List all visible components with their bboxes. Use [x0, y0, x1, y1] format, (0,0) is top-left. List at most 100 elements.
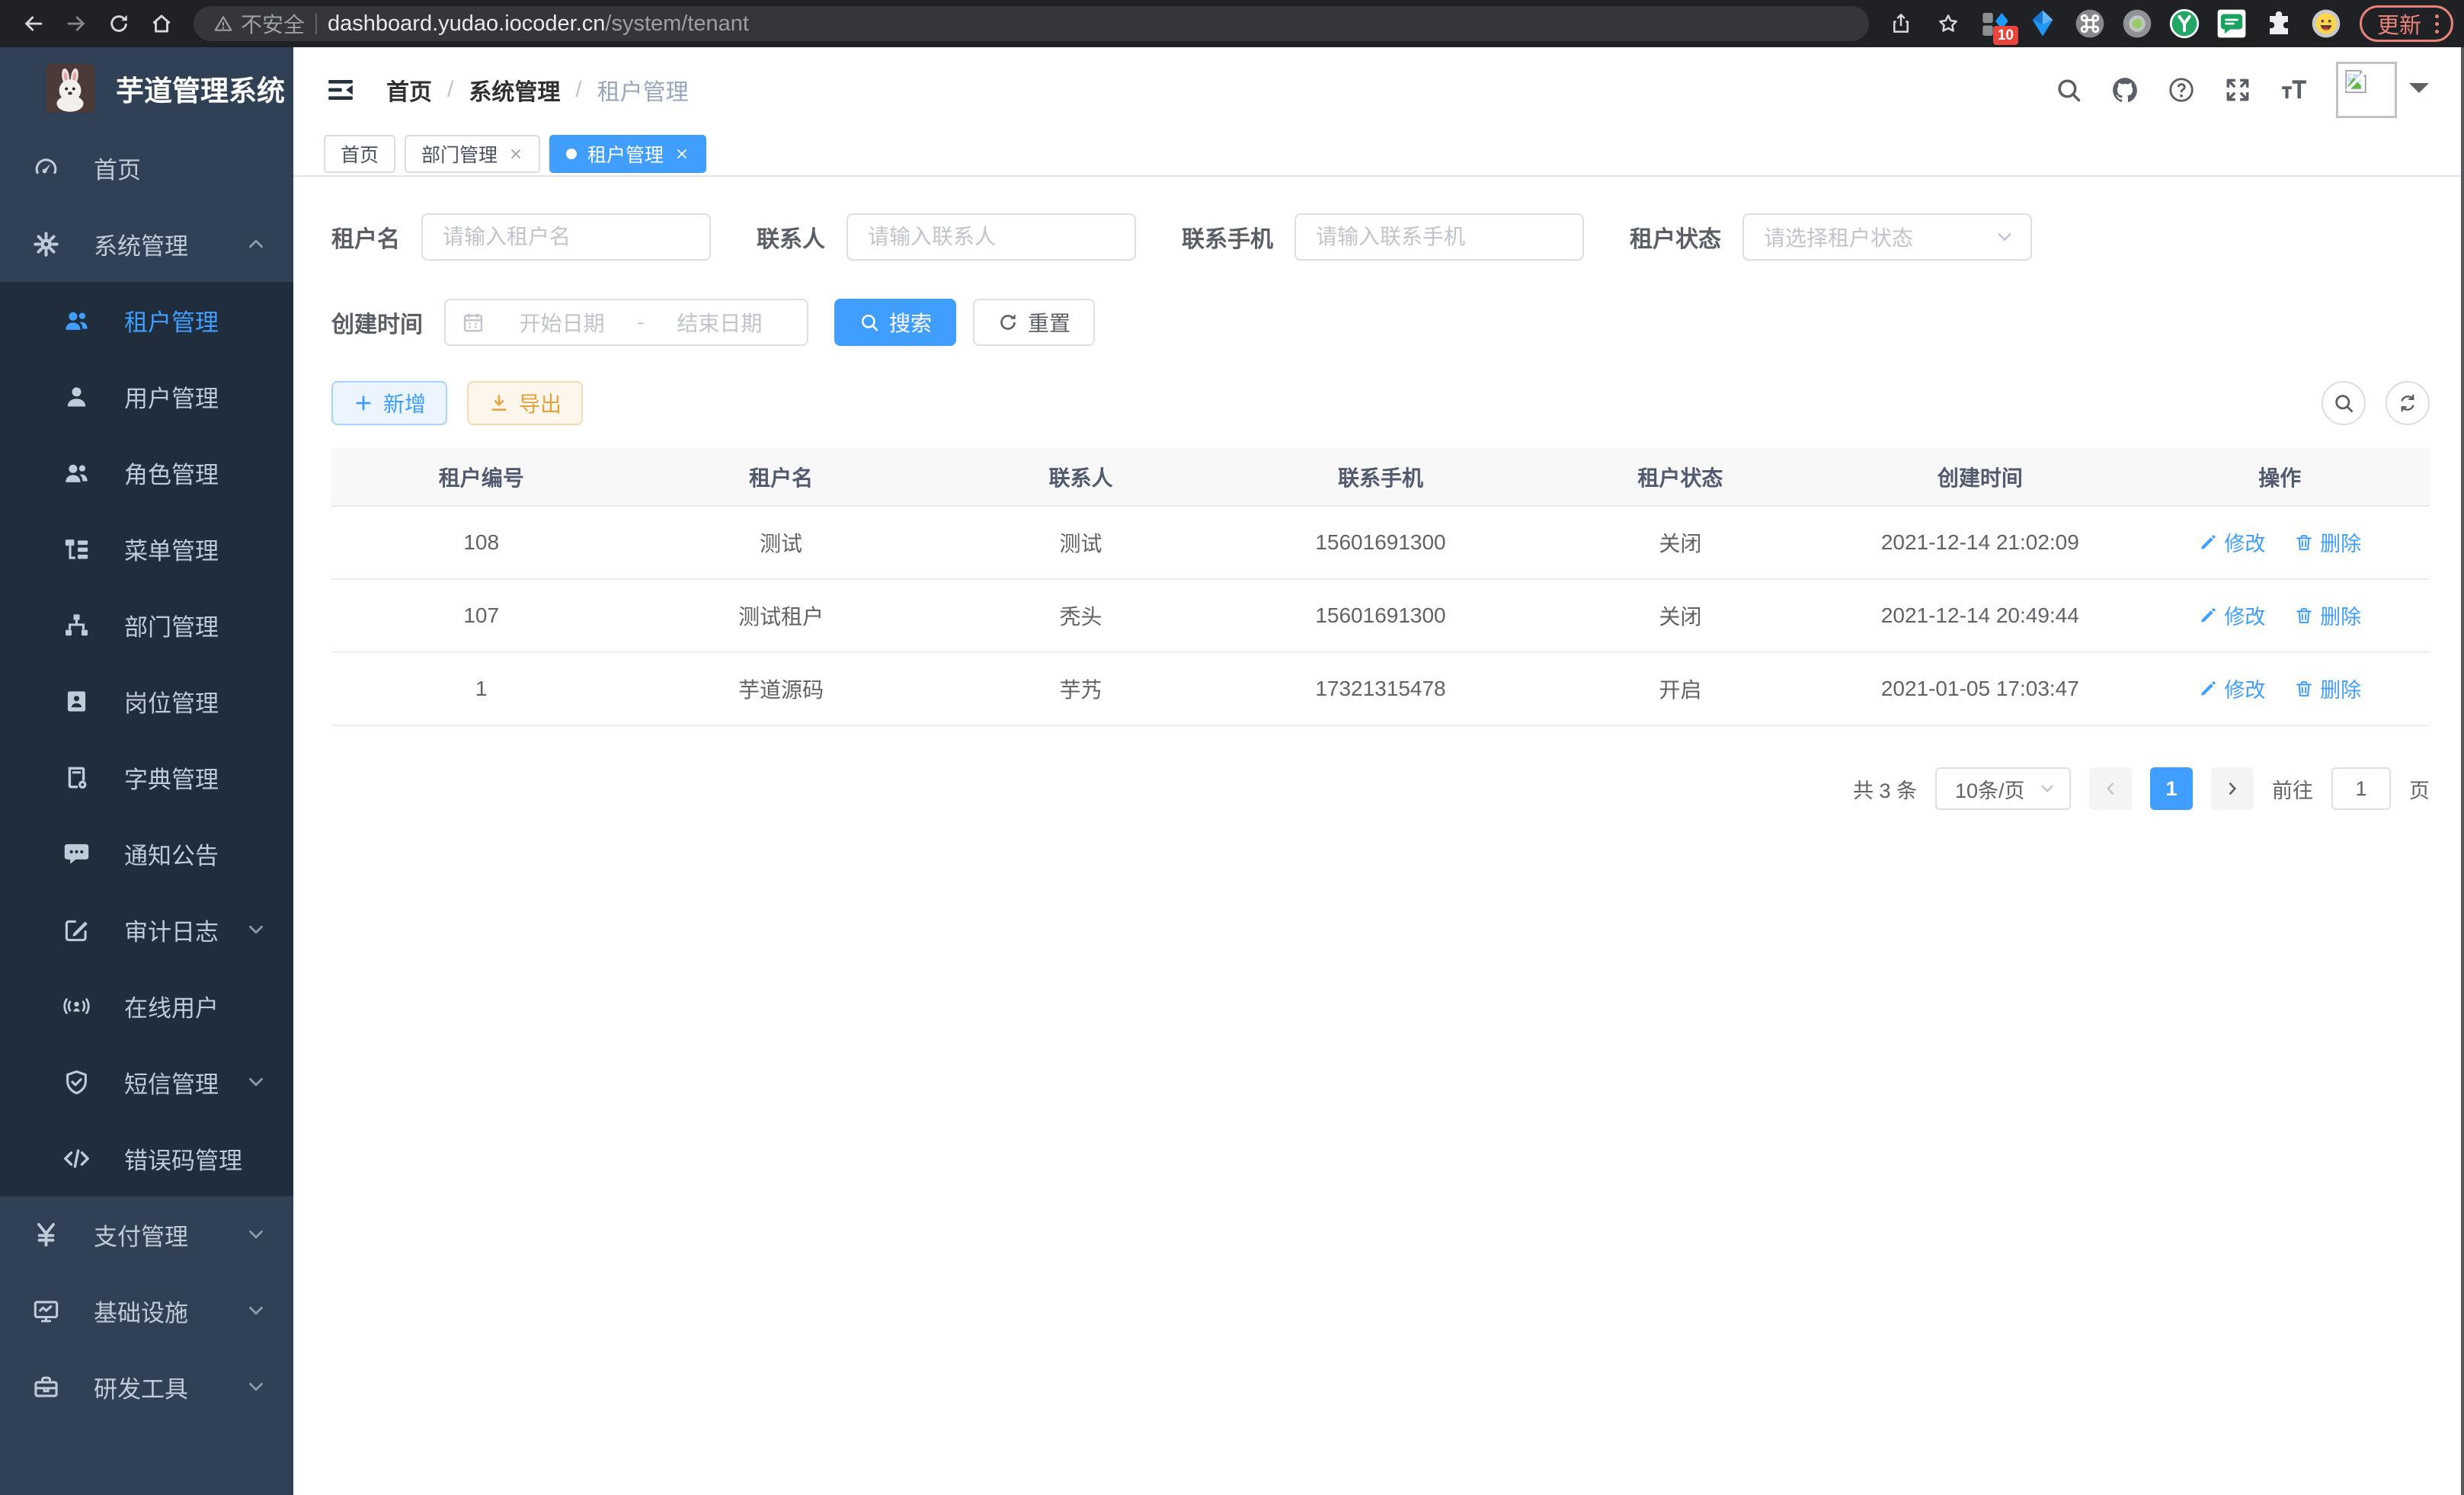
pencil-icon: [2198, 606, 2218, 626]
extension-kite[interactable]: [2023, 4, 2062, 43]
extension-y[interactable]: [2165, 4, 2204, 43]
next-page-button[interactable]: [2211, 767, 2254, 810]
view-tabs: 首页 部门管理 租户管理: [293, 133, 2464, 177]
header-actions: [2054, 62, 2429, 118]
sidebar-item-dictionary-management[interactable]: 字典管理: [0, 739, 293, 815]
calendar-icon: [461, 310, 485, 335]
browser-update-button[interactable]: 更新: [2360, 5, 2453, 42]
goto-page-input[interactable]: [2331, 767, 2391, 810]
delete-link[interactable]: 删除: [2294, 600, 2361, 630]
export-button[interactable]: 导出: [467, 381, 583, 425]
avatar[interactable]: [2336, 62, 2397, 118]
extension-adblock[interactable]: 10: [1976, 4, 2015, 43]
table-row: 1 芋道源码 芋艿 17321315478 开启 2021-01-05 17:0…: [331, 652, 2430, 725]
sidebar-item-menu-management[interactable]: 菜单管理: [0, 511, 293, 587]
cell-tenant-id: 108: [331, 506, 631, 579]
column-header-status: 租户状态: [1531, 448, 1830, 506]
forward-arrow-icon: [65, 12, 88, 35]
bookmark-button[interactable]: [1928, 4, 1968, 43]
browser-forward-button[interactable]: [56, 4, 96, 43]
edit-link[interactable]: 修改: [2198, 527, 2265, 557]
close-icon[interactable]: [508, 146, 523, 162]
sidebar-item-home[interactable]: 首页: [0, 130, 293, 206]
sidebar-toggle-hamburger-icon[interactable]: [324, 75, 357, 105]
tenant-name-input[interactable]: [421, 213, 711, 261]
sidebar-item-label: 用户管理: [124, 379, 219, 414]
browser-menu-kebab-icon[interactable]: [2430, 14, 2443, 34]
contact-input[interactable]: [846, 213, 1136, 261]
column-header-created: 创建时间: [1830, 448, 2130, 506]
sidebar-item-label: 支付管理: [94, 1218, 188, 1252]
sidebar-item-infrastructure[interactable]: 基础设施: [0, 1273, 293, 1349]
home-icon: [150, 12, 173, 35]
cell-contact: 芋艿: [931, 652, 1230, 725]
extension-chat[interactable]: [2212, 4, 2251, 43]
close-icon[interactable]: [674, 146, 690, 162]
sidebar-item-announcement[interactable]: 通知公告: [0, 815, 293, 892]
help-icon[interactable]: [2167, 75, 2196, 104]
cell-tenant-id: 1: [331, 652, 631, 725]
phone-input[interactable]: [1294, 213, 1584, 261]
kite-ext-icon: [2027, 8, 2058, 39]
github-icon[interactable]: [2110, 75, 2139, 104]
extension-puzzle[interactable]: [2259, 4, 2299, 43]
sidebar-item-error-code-management[interactable]: 错误码管理: [0, 1120, 293, 1196]
breadcrumb-system-management[interactable]: 系统管理: [469, 73, 560, 107]
tab-department-management[interactable]: 部门管理: [405, 135, 540, 173]
breadcrumb-home[interactable]: 首页: [386, 73, 432, 107]
add-button[interactable]: 新增: [331, 381, 447, 425]
site-security-indicator[interactable]: 不安全: [213, 8, 305, 39]
delete-link[interactable]: 删除: [2294, 527, 2361, 557]
sidebar-item-system-management[interactable]: 系统管理: [0, 206, 293, 282]
search-button[interactable]: 搜索: [834, 299, 956, 346]
sidebar-item-post-management[interactable]: 岗位管理: [0, 663, 293, 739]
sidebar-item-role-management[interactable]: 角色管理: [0, 434, 293, 511]
sidebar-item-user-management[interactable]: 用户管理: [0, 358, 293, 434]
delete-link[interactable]: 删除: [2294, 674, 2361, 703]
plus-icon: [353, 392, 374, 414]
chevron-down-icon: [1994, 226, 2015, 248]
search-icon[interactable]: [2054, 75, 2083, 104]
address-bar[interactable]: 不安全 dashboard.yudao.iocoder.cn/system/te…: [194, 6, 1869, 41]
reset-button[interactable]: 重置: [973, 299, 1095, 346]
edit-link[interactable]: 修改: [2198, 674, 2265, 703]
sidebar-item-payment-management[interactable]: 支付管理: [0, 1196, 293, 1273]
sidebar-item-sms-management[interactable]: 短信管理: [0, 1044, 293, 1120]
extension-emoji[interactable]: [2306, 4, 2346, 43]
dashboard-icon: [32, 154, 60, 182]
sidebar-item-department-management[interactable]: 部门管理: [0, 587, 293, 663]
font-size-icon[interactable]: [2280, 75, 2309, 104]
browser-home-button[interactable]: [142, 4, 181, 43]
extension-dot[interactable]: [2117, 4, 2157, 43]
sidebar-item-devtools[interactable]: 研发工具: [0, 1349, 293, 1425]
status-select[interactable]: 请选择租户状态: [1742, 213, 2032, 261]
table-toolbar: 新增 导出: [331, 381, 2430, 425]
tab-home[interactable]: 首页: [324, 135, 395, 173]
extension-command[interactable]: [2070, 4, 2110, 43]
pagination-total: 共 3 条: [1853, 774, 1917, 804]
audit-log-icon: [62, 916, 91, 944]
refresh-table-button[interactable]: [2386, 381, 2430, 425]
status-label: 租户状态: [1630, 220, 1721, 254]
fullscreen-icon[interactable]: [2223, 75, 2252, 104]
share-button[interactable]: [1881, 4, 1921, 43]
prev-page-button[interactable]: [2089, 767, 2132, 810]
sidebar-item-online-users[interactable]: 在线用户: [0, 968, 293, 1044]
browser-reload-button[interactable]: [99, 4, 139, 43]
edit-link[interactable]: 修改: [2198, 600, 2265, 630]
tab-tenant-management[interactable]: 租户管理: [549, 135, 706, 173]
sidebar-item-tenant-management[interactable]: 租户管理: [0, 282, 293, 358]
sidebar-item-label: 角色管理: [124, 456, 219, 490]
dot-ext-icon: [2122, 8, 2152, 39]
page-size-select[interactable]: 10条/页: [1935, 767, 2071, 810]
active-tab-dot: [566, 149, 577, 159]
sidebar-item-label: 字典管理: [124, 760, 219, 795]
app-logo-row[interactable]: 芋道管理系统: [0, 47, 293, 130]
user-avatar-menu[interactable]: [2336, 62, 2429, 118]
download-icon: [488, 392, 510, 414]
sidebar-item-audit-log[interactable]: 审计日志: [0, 892, 293, 968]
toggle-search-button[interactable]: [2322, 381, 2366, 425]
browser-back-button[interactable]: [14, 4, 53, 43]
create-time-range-picker[interactable]: 开始日期 - 结束日期: [444, 299, 808, 346]
current-page-button[interactable]: 1: [2150, 767, 2193, 810]
